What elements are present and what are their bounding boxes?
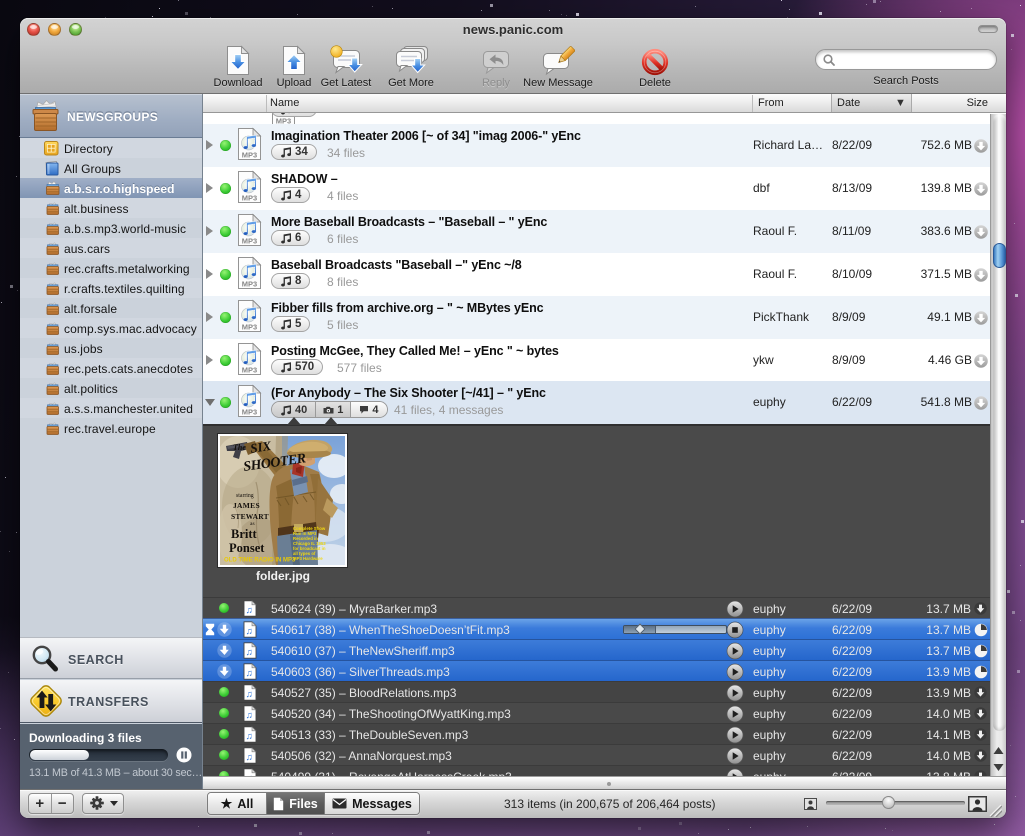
svg-text:MP3: MP3 (242, 366, 257, 375)
svg-text:♫: ♫ (246, 647, 253, 658)
svg-text:MP3 Hardware: MP3 Hardware (293, 556, 323, 561)
svg-text:STEWART: STEWART (231, 512, 269, 521)
svg-text:♫: ♫ (246, 626, 253, 637)
svg-text:Ponset: Ponset (229, 541, 265, 555)
svg-text:The: The (233, 443, 246, 452)
svg-text:♫: ♫ (246, 752, 253, 763)
svg-text:MP3: MP3 (242, 408, 257, 417)
svg-text:MP3: MP3 (242, 151, 257, 160)
svg-text:OLD TIME RADIO IN MP3: OLD TIME RADIO IN MP3 (224, 558, 296, 564)
svg-text:starring: starring (236, 493, 254, 499)
svg-text:MP3: MP3 (242, 323, 257, 332)
svg-text:♫: ♫ (246, 731, 253, 742)
svg-text:♫: ♫ (246, 668, 253, 679)
svg-text:MP3: MP3 (242, 237, 257, 246)
svg-text:♫: ♫ (246, 710, 253, 721)
svg-text:MP3: MP3 (242, 280, 257, 289)
svg-text:♫: ♫ (246, 689, 253, 700)
svg-text:Britt: Britt (231, 527, 258, 541)
svg-text:♫: ♫ (246, 605, 253, 616)
svg-text:MP3: MP3 (276, 117, 291, 125)
svg-text:MP3: MP3 (242, 194, 257, 203)
svg-text:JAMES: JAMES (233, 501, 260, 510)
